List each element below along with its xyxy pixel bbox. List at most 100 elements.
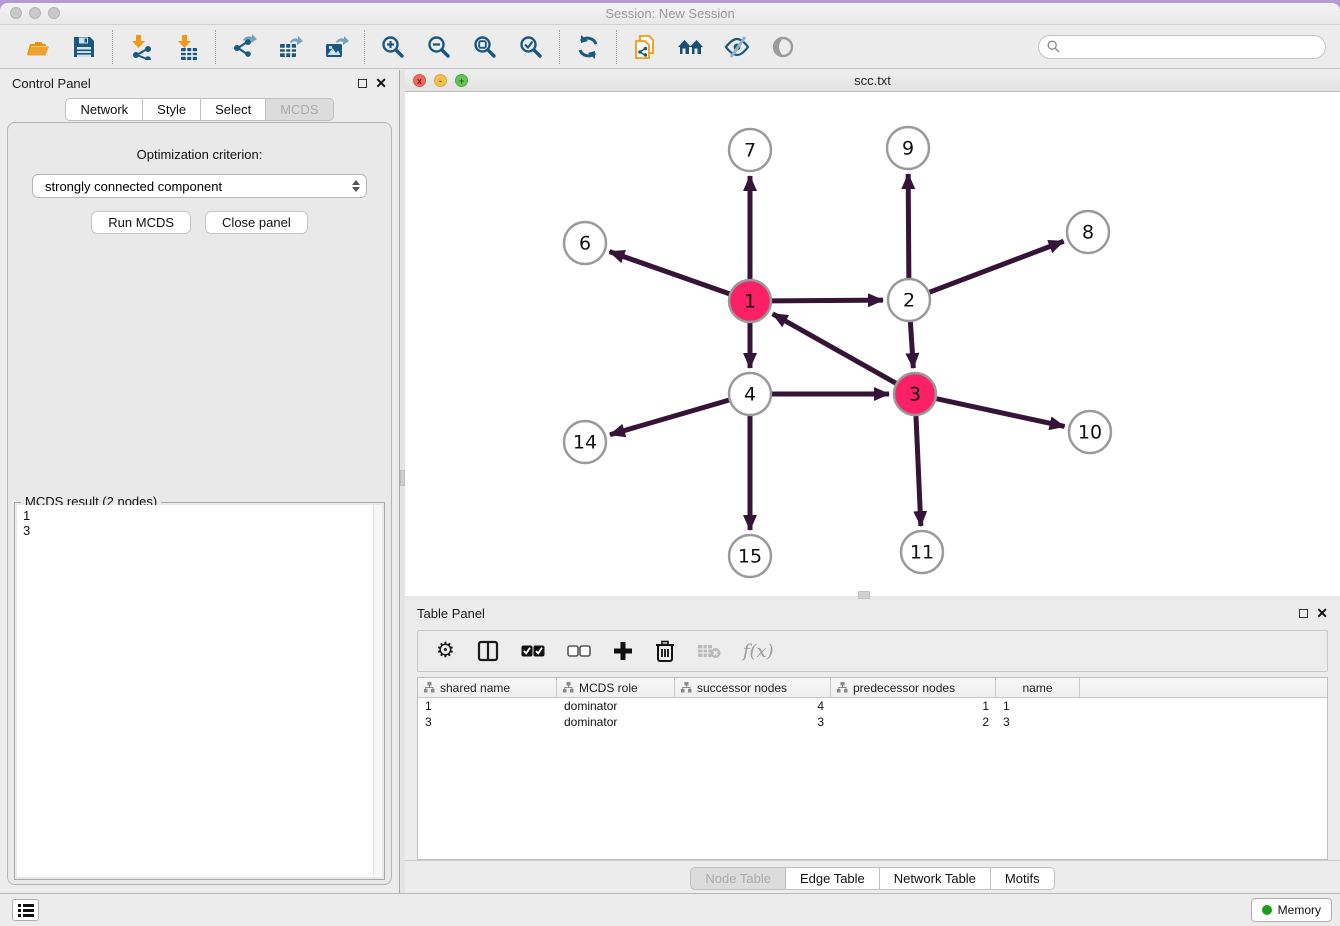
run-mcds-button[interactable]: Run MCDS bbox=[91, 211, 191, 234]
main-toolbar bbox=[0, 25, 1340, 69]
export-table-icon[interactable] bbox=[276, 33, 304, 61]
edge-1-6[interactable] bbox=[610, 252, 730, 294]
column-header-MCDS-role[interactable]: MCDS role bbox=[557, 678, 675, 697]
tab-motifs[interactable]: Motifs bbox=[991, 867, 1055, 890]
memory-button[interactable]: Memory bbox=[1251, 898, 1332, 922]
mcds-panel: Optimization criterion: strongly connect… bbox=[7, 122, 392, 885]
zoom-out-icon[interactable] bbox=[425, 33, 453, 61]
search-box[interactable] bbox=[1038, 35, 1326, 59]
tab-style[interactable]: Style bbox=[143, 98, 201, 121]
node-label-9: 9 bbox=[902, 138, 914, 160]
column-header-shared-name[interactable]: shared name bbox=[418, 678, 557, 697]
node-label-8: 8 bbox=[1082, 222, 1094, 244]
duplicate-network-icon[interactable] bbox=[631, 33, 659, 61]
first-neighbors-icon[interactable] bbox=[677, 33, 705, 61]
cell[interactable]: dominator bbox=[557, 714, 675, 730]
node-label-15: 15 bbox=[738, 546, 762, 568]
cell[interactable]: 1 bbox=[996, 698, 1080, 714]
edge-3-11[interactable] bbox=[916, 416, 921, 526]
tab-network[interactable]: Network bbox=[65, 98, 143, 121]
settings-icon[interactable]: ⚙ bbox=[436, 638, 455, 664]
show-hide-graphics-details-icon[interactable] bbox=[723, 33, 751, 61]
node-label-7: 7 bbox=[744, 140, 756, 162]
select-all-columns-icon[interactable] bbox=[521, 638, 545, 664]
open-file-icon[interactable] bbox=[24, 33, 52, 61]
network-canvas[interactable]: 1234678910111415 bbox=[405, 92, 1340, 596]
cell[interactable]: 3 bbox=[675, 714, 831, 730]
mcds-result-text[interactable]: 1 3 bbox=[17, 505, 373, 877]
cell[interactable]: 2 bbox=[831, 714, 996, 730]
column-header-predecessor-nodes[interactable]: predecessor nodes bbox=[831, 678, 996, 697]
node-label-2: 2 bbox=[903, 290, 915, 312]
column-panel-icon[interactable] bbox=[477, 638, 499, 664]
cell[interactable]: 1 bbox=[418, 698, 557, 714]
close-panel-icon[interactable]: ✕ bbox=[375, 79, 387, 88]
node-label-11: 11 bbox=[910, 542, 934, 564]
delete-table-icon bbox=[697, 638, 721, 664]
zoom-selected-icon[interactable] bbox=[517, 33, 545, 61]
table-row[interactable]: 1dominator411 bbox=[418, 698, 1327, 714]
result-scrollbar[interactable] bbox=[373, 505, 382, 877]
column-header-successor-nodes[interactable]: successor nodes bbox=[675, 678, 831, 697]
tab-node-table[interactable]: Node Table bbox=[690, 867, 786, 890]
birdseye-view-icon[interactable] bbox=[769, 33, 797, 61]
export-image-icon[interactable] bbox=[322, 33, 350, 61]
app-window: Session: New Session bbox=[0, 3, 1340, 926]
column-type-icon bbox=[563, 682, 574, 693]
table-tabs-bar: Node TableEdge TableNetwork TableMotifs bbox=[405, 860, 1340, 893]
import-network-icon[interactable] bbox=[127, 33, 155, 61]
edge-3-10[interactable] bbox=[936, 399, 1064, 427]
window-title: Session: New Session bbox=[0, 6, 1340, 21]
export-network-icon[interactable] bbox=[230, 33, 258, 61]
table-panel: Table Panel ✕ ⚙ bbox=[405, 600, 1340, 893]
network-window: x - + scc.txt 1234678910111415 bbox=[405, 70, 1340, 596]
add-column-icon[interactable] bbox=[613, 638, 633, 664]
import-table-icon[interactable] bbox=[173, 33, 201, 61]
edge-2-8[interactable] bbox=[930, 241, 1064, 292]
cell[interactable]: 4 bbox=[675, 698, 831, 714]
edge-4-14[interactable] bbox=[610, 400, 729, 435]
float-panel-icon[interactable] bbox=[1299, 609, 1308, 618]
memory-status-icon bbox=[1262, 905, 1272, 915]
column-header-name[interactable]: name bbox=[996, 678, 1080, 697]
criterion-dropdown[interactable]: strongly connected component bbox=[32, 174, 367, 198]
control-panel: Control Panel ✕ NetworkStyleSelectMCDS O… bbox=[0, 70, 400, 893]
mcds-result-groupbox: MCDS result (2 nodes) 1 3 bbox=[14, 502, 385, 880]
memory-label: Memory bbox=[1278, 903, 1321, 917]
network-window-titlebar[interactable]: x - + scc.txt bbox=[405, 70, 1340, 92]
cell[interactable]: 1 bbox=[831, 698, 996, 714]
close-panel-icon[interactable]: ✕ bbox=[1316, 609, 1328, 618]
splitter-handle[interactable] bbox=[858, 591, 870, 599]
table-header-row: shared nameMCDS rolesuccessor nodesprede… bbox=[418, 678, 1327, 698]
zoom-fit-icon[interactable] bbox=[471, 33, 499, 61]
tab-network-table[interactable]: Network Table bbox=[880, 867, 991, 890]
tab-edge-table[interactable]: Edge Table bbox=[786, 867, 880, 890]
edge-3-1[interactable] bbox=[773, 314, 896, 383]
edge-2-9[interactable] bbox=[908, 174, 909, 278]
search-input[interactable] bbox=[1065, 40, 1317, 54]
cell[interactable]: 3 bbox=[996, 714, 1080, 730]
node-label-6: 6 bbox=[579, 233, 591, 255]
control-panel-tabs: NetworkStyleSelectMCDS bbox=[0, 98, 399, 121]
close-panel-button[interactable]: Close panel bbox=[205, 211, 308, 234]
task-history-button[interactable] bbox=[12, 899, 39, 921]
save-session-icon[interactable] bbox=[70, 33, 98, 61]
table-row[interactable]: 3dominator323 bbox=[418, 714, 1327, 730]
float-panel-icon[interactable] bbox=[358, 79, 367, 88]
edge-2-3[interactable] bbox=[910, 322, 913, 368]
node-table[interactable]: shared nameMCDS rolesuccessor nodesprede… bbox=[417, 677, 1328, 860]
tab-mcds[interactable]: MCDS bbox=[266, 98, 333, 121]
edge-1-2[interactable] bbox=[772, 300, 883, 301]
dropdown-stepper-icon bbox=[352, 180, 360, 192]
search-area bbox=[1038, 35, 1326, 59]
delete-columns-icon[interactable] bbox=[655, 638, 675, 664]
unselect-all-columns-icon[interactable] bbox=[567, 638, 591, 664]
cell[interactable]: 3 bbox=[418, 714, 557, 730]
node-label-1: 1 bbox=[744, 291, 756, 313]
node-label-3: 3 bbox=[909, 384, 921, 406]
cell[interactable]: dominator bbox=[557, 698, 675, 714]
node-label-4: 4 bbox=[744, 384, 756, 406]
tab-select[interactable]: Select bbox=[201, 98, 266, 121]
refresh-icon[interactable] bbox=[574, 33, 602, 61]
zoom-in-icon[interactable] bbox=[379, 33, 407, 61]
